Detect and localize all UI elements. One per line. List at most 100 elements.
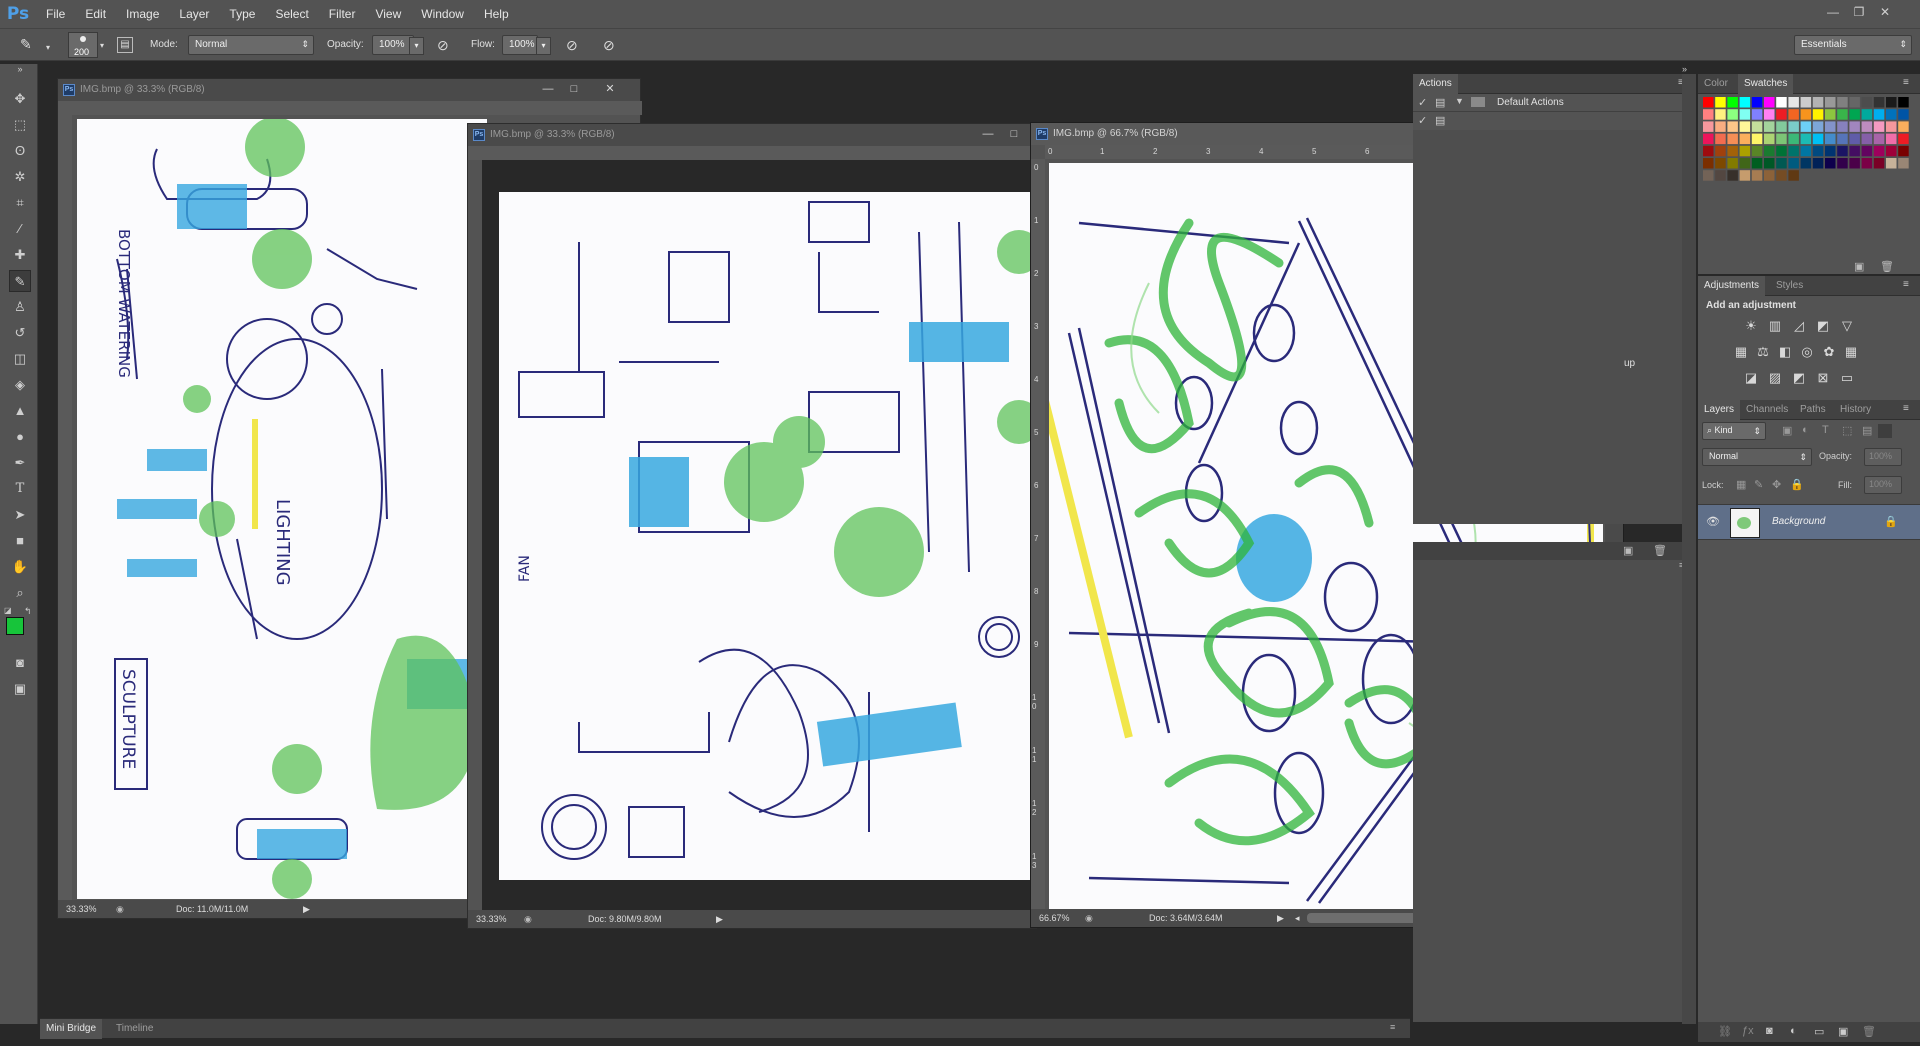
swatch[interactable] [1764, 158, 1775, 169]
swatch[interactable] [1703, 97, 1714, 108]
brush-dropdown-icon[interactable]: ▾ [46, 43, 50, 52]
swatch[interactable] [1800, 145, 1812, 157]
color-balance-icon[interactable]: ⚖ [1754, 344, 1772, 360]
flow-dropdown-icon[interactable]: ▾ [536, 37, 551, 55]
layer-name[interactable]: Background [1772, 516, 1825, 527]
menu-type[interactable]: Type [219, 0, 265, 28]
swatch[interactable] [1800, 97, 1812, 108]
channel-mixer-icon[interactable]: ✿ [1820, 344, 1838, 360]
swatch[interactable] [1739, 145, 1751, 157]
threshold-icon[interactable]: ◩ [1790, 370, 1808, 386]
panel-menu-icon[interactable]: ≡ [1903, 403, 1909, 414]
add-mask-icon[interactable]: ◙ [1766, 1025, 1773, 1037]
tab-adjustments[interactable]: Adjustments [1698, 276, 1766, 296]
tab-channels[interactable]: Channels [1740, 400, 1794, 420]
swatch[interactable] [1873, 109, 1885, 120]
posterize-icon[interactable]: ▨ [1766, 370, 1784, 386]
status-arrow-icon[interactable]: ▶ [1277, 909, 1284, 927]
swatch[interactable] [1764, 97, 1775, 108]
maximize-icon[interactable]: □ [566, 82, 582, 96]
swatch[interactable] [1788, 133, 1799, 145]
swatch[interactable] [1703, 121, 1714, 132]
marquee-tool-icon[interactable]: ⬚ [9, 114, 31, 136]
swatch[interactable] [1788, 97, 1799, 108]
document-window-2[interactable]: Ps IMG.bmp @ 33.3% (RGB/8) — □ FAN 33.33… [467, 123, 1038, 929]
delete-icon[interactable]: 🗑 [1880, 260, 1894, 273]
swatch[interactable] [1812, 158, 1824, 169]
swatch[interactable] [1764, 109, 1775, 120]
status-arrow-icon[interactable]: ▶ [303, 900, 310, 918]
swatch[interactable] [1764, 170, 1775, 181]
visibility-eye-icon[interactable]: 👁 [1706, 515, 1720, 528]
zoom-tool-icon[interactable]: ⌕ [9, 582, 31, 604]
swatch[interactable] [1739, 121, 1751, 132]
filter-pixel-icon[interactable]: ▣ [1782, 424, 1792, 437]
tab-layers[interactable]: Layers [1698, 400, 1741, 420]
curves-icon[interactable]: ◿ [1790, 318, 1808, 334]
menu-file[interactable]: File [36, 0, 75, 28]
swatch[interactable] [1727, 133, 1738, 145]
filter-shape-icon[interactable]: ⬚ [1842, 424, 1852, 437]
swatch[interactable] [1739, 109, 1751, 120]
fill-field[interactable]: 100% [1864, 476, 1902, 494]
swatch[interactable] [1776, 133, 1787, 145]
swatch[interactable] [1788, 145, 1799, 157]
color-lookup-icon[interactable]: ▦ [1842, 344, 1860, 360]
swatch[interactable] [1739, 158, 1751, 169]
swatch[interactable] [1776, 121, 1787, 132]
swatch[interactable] [1849, 121, 1860, 132]
swatch[interactable] [1788, 158, 1799, 169]
swatch[interactable] [1849, 109, 1860, 120]
swatch[interactable] [1886, 145, 1897, 157]
swap-colors-icon[interactable]: ↰ [24, 606, 32, 617]
swatch[interactable] [1776, 158, 1787, 169]
swatch[interactable] [1873, 133, 1885, 145]
menu-filter[interactable]: Filter [319, 0, 366, 28]
crop-tool-icon[interactable]: ⌗ [9, 192, 31, 214]
minimize-icon[interactable]: — [980, 127, 996, 141]
filter-smart-object-icon[interactable]: ▤ [1862, 424, 1872, 437]
swatch[interactable] [1861, 97, 1873, 108]
swatch[interactable] [1788, 170, 1799, 181]
swatch[interactable] [1715, 170, 1726, 181]
menu-view[interactable]: View [365, 0, 411, 28]
swatch[interactable] [1715, 145, 1726, 157]
menu-window[interactable]: Window [411, 0, 474, 28]
levels-icon[interactable]: ▥ [1766, 318, 1784, 334]
lock-position-icon[interactable]: ✥ [1772, 478, 1781, 491]
swatch[interactable] [1861, 121, 1873, 132]
expand-triangle-icon[interactable]: ▼ [1455, 96, 1464, 106]
swatch[interactable] [1812, 133, 1824, 145]
delete-icon[interactable]: 🗑 [1862, 1025, 1876, 1038]
swatch[interactable] [1788, 109, 1799, 120]
layer-filter-select[interactable]: ⌕ Kind ⇕ [1702, 422, 1766, 440]
swatch[interactable] [1849, 158, 1860, 169]
selective-color-icon[interactable]: ⊠ [1814, 370, 1832, 386]
swatch[interactable] [1837, 158, 1848, 169]
brush-tool-icon[interactable]: ✎ [9, 270, 31, 292]
photo-filter-icon[interactable]: ◎ [1798, 344, 1816, 360]
swatch[interactable] [1837, 133, 1848, 145]
swatch[interactable] [1751, 121, 1763, 132]
stamp-tool-icon[interactable]: ♙ [9, 296, 31, 318]
swatch[interactable] [1788, 121, 1799, 132]
check-icon[interactable]: ✓ [1418, 96, 1427, 109]
swatch[interactable] [1703, 109, 1714, 120]
minimize-icon[interactable]: — [540, 82, 556, 96]
menu-edit[interactable]: Edit [75, 0, 116, 28]
tab-actions[interactable]: Actions [1413, 74, 1458, 94]
magic-wand-tool-icon[interactable]: ✲ [9, 166, 31, 188]
swatch[interactable] [1886, 97, 1897, 108]
swatch[interactable] [1715, 158, 1726, 169]
minimize-icon[interactable]: — [1822, 4, 1844, 20]
restore-icon[interactable]: ❐ [1848, 4, 1870, 20]
menu-image[interactable]: Image [116, 0, 169, 28]
status-menu-icon[interactable]: ◉ [116, 900, 124, 918]
check-icon[interactable]: ✓ [1418, 114, 1427, 127]
swatch[interactable] [1703, 145, 1714, 157]
swatch[interactable] [1776, 145, 1787, 157]
gradient-map-icon[interactable]: ▭ [1838, 370, 1856, 386]
fx-icon[interactable]: ƒx [1742, 1025, 1754, 1037]
swatch[interactable] [1837, 145, 1848, 157]
blend-mode-select[interactable]: Normal ⇕ [1702, 448, 1812, 466]
